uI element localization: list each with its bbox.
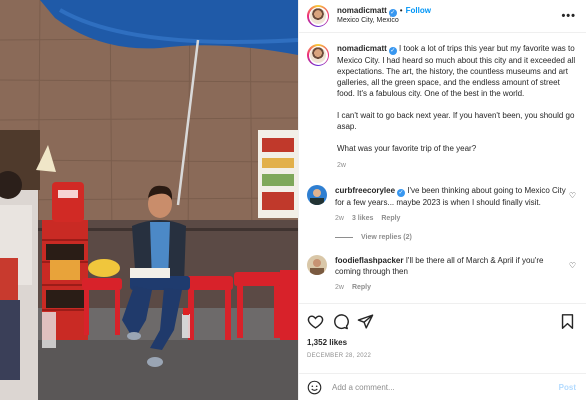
post-date: DECEMBER 28, 2022: [307, 353, 372, 359]
heart-icon[interactable]: [307, 313, 324, 330]
post-side-panel: nomadicmatt ✓ • Follow Mexico City, Mexico …: [298, 0, 586, 400]
follow-button[interactable]: Follow: [406, 6, 431, 15]
post-photo[interactable]: [0, 0, 298, 400]
comment-time[interactable]: 2w: [335, 284, 344, 291]
comment-input[interactable]: Add a comment...: [332, 383, 559, 392]
action-bar: 1,352 likes DECEMBER 28, 2022: [299, 303, 586, 373]
verified-badge-icon: ✓: [397, 189, 406, 197]
instagram-post-modal: nomadicmatt ✓ • Follow Mexico City, Mexico …: [0, 0, 586, 400]
caption-time[interactable]: 2w: [337, 160, 576, 171]
comment-like-icon[interactable]: ♡: [569, 191, 576, 200]
author-avatar[interactable]: [307, 5, 329, 27]
reply-button[interactable]: Reply: [352, 284, 371, 291]
view-replies-button[interactable]: View replies (2): [335, 234, 576, 241]
post-header: nomadicmatt ✓ • Follow Mexico City, Mexico …: [299, 0, 586, 33]
add-comment-bar: Add a comment... Post: [299, 373, 586, 400]
emoji-icon[interactable]: [307, 380, 322, 395]
comments-area[interactable]: nomadicmatt ✓ I took a lot of trips this …: [299, 33, 586, 303]
commenter-avatar[interactable]: [307, 255, 327, 275]
photo-illustration: [0, 0, 298, 400]
comment-likes[interactable]: 3 likes: [352, 215, 373, 222]
commenter-username[interactable]: foodieflashpacker: [335, 256, 403, 265]
caption-text-2: I can't wait to go back next year. If yo…: [337, 111, 575, 131]
bookmark-icon[interactable]: [559, 313, 576, 330]
likes-count[interactable]: 1,352 likes: [307, 338, 576, 347]
comment-item: foodieflashpacker I'll be there all of M…: [307, 255, 576, 293]
comment-item: curbfreecorylee ✓ I've been thinking abou…: [307, 185, 576, 224]
post-comment-button[interactable]: Post: [559, 383, 576, 392]
author-info: nomadicmatt ✓ • Follow Mexico City, Mexico: [337, 6, 431, 26]
more-options-icon[interactable]: •••: [561, 10, 576, 22]
commenter-username[interactable]: curbfreecorylee: [335, 186, 395, 195]
share-icon[interactable]: [357, 313, 374, 330]
comment-icon[interactable]: [332, 313, 349, 330]
separator-dot: •: [399, 6, 403, 16]
comment-like-icon[interactable]: ♡: [569, 261, 576, 270]
verified-badge-icon: ✓: [388, 47, 397, 55]
reply-button[interactable]: Reply: [381, 215, 400, 222]
caption-username[interactable]: nomadicmatt: [337, 44, 387, 53]
caption-avatar[interactable]: [307, 44, 329, 66]
comment-time[interactable]: 2w: [335, 215, 344, 222]
author-username[interactable]: nomadicmatt: [337, 6, 387, 15]
caption: nomadicmatt ✓ I took a lot of trips this …: [307, 43, 576, 171]
location-link[interactable]: Mexico City, Mexico: [337, 17, 431, 26]
caption-text-3: What was your favorite trip of the year?: [337, 144, 477, 153]
verified-badge-icon: ✓: [388, 9, 397, 18]
commenter-avatar[interactable]: [307, 185, 327, 205]
